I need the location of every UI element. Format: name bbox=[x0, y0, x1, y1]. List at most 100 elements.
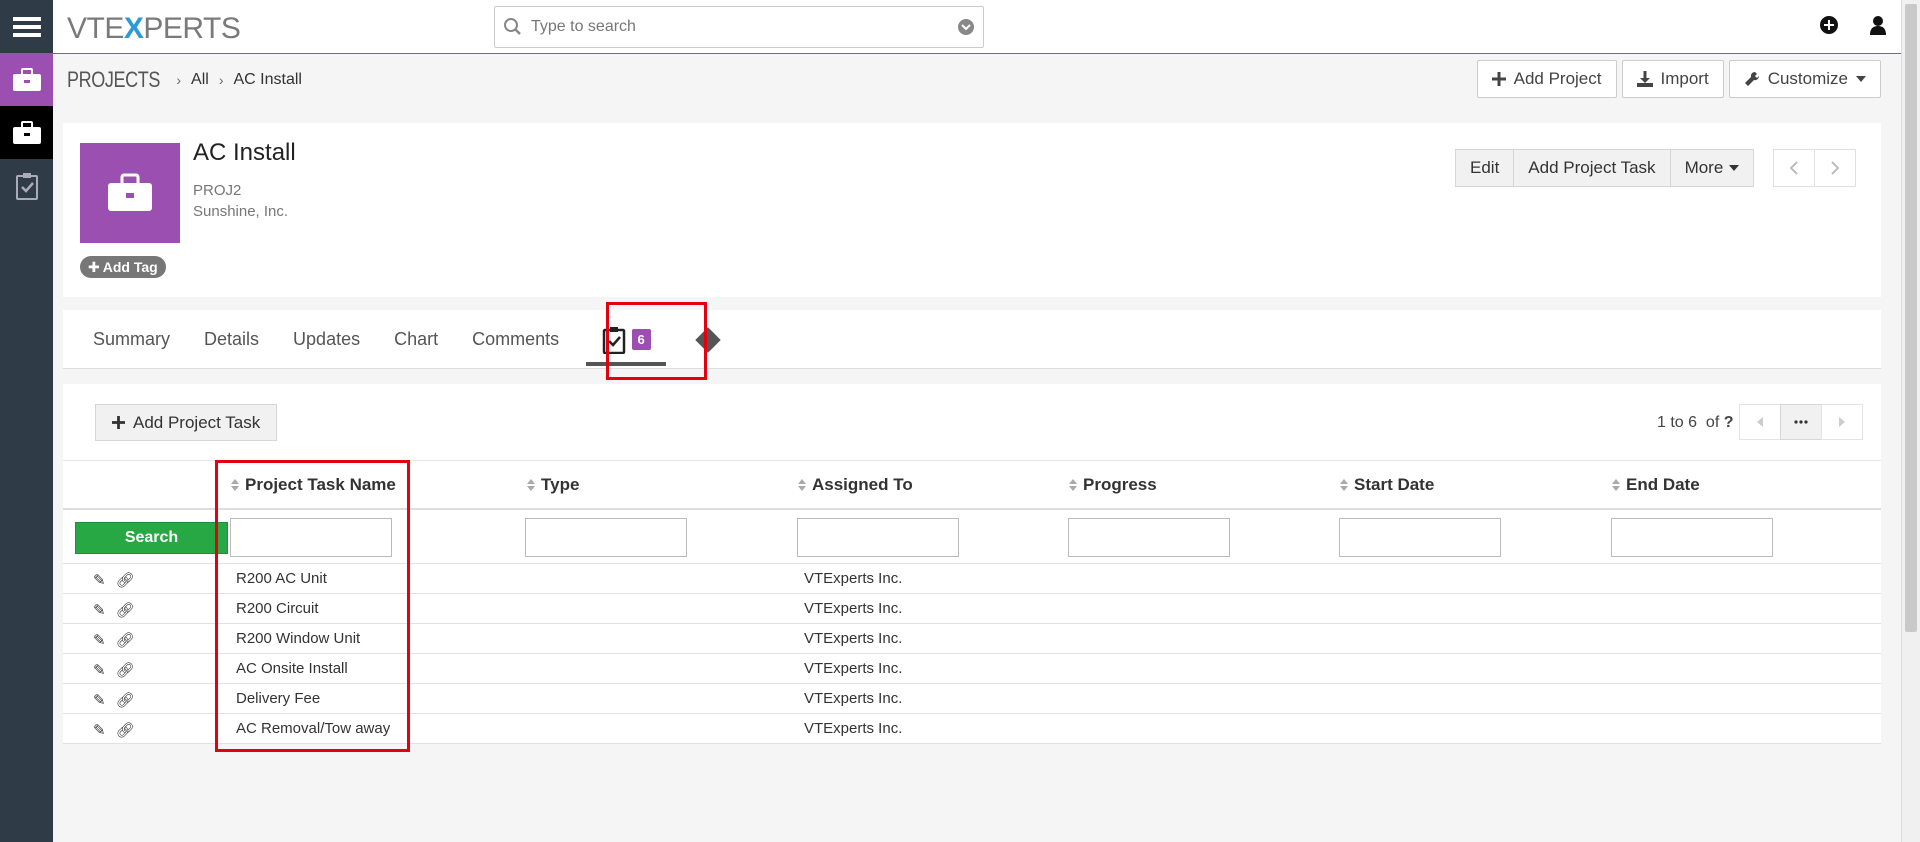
task-name-cell[interactable]: R200 Circuit bbox=[236, 600, 319, 617]
table-row[interactable]: ✎ 🔗︎ AC Onsite Install VTExperts Inc. bbox=[63, 654, 1881, 684]
table-row[interactable]: ✎ 🔗︎ AC Removal/Tow away VTExperts Inc. bbox=[63, 714, 1881, 744]
tab-updates[interactable]: Updates bbox=[276, 310, 377, 369]
filter-input-type[interactable] bbox=[525, 518, 687, 557]
edit-button[interactable]: Edit bbox=[1455, 149, 1515, 187]
assigned-to-cell: VTExperts Inc. bbox=[804, 660, 903, 677]
table-row[interactable]: ✎ 🔗︎ Delivery Fee VTExperts Inc. bbox=[63, 684, 1881, 714]
task-name-cell[interactable]: AC Removal/Tow away bbox=[236, 720, 390, 737]
add-project-button[interactable]: Add Project bbox=[1476, 60, 1617, 98]
task-name-cell[interactable]: R200 Window Unit bbox=[236, 630, 360, 647]
record-account[interactable]: Sunshine, Inc. bbox=[193, 201, 288, 222]
edit-pencil-icon[interactable]: ✎ bbox=[93, 721, 106, 739]
column-header-progress[interactable]: Progress bbox=[1069, 475, 1157, 495]
column-header-end-date[interactable]: End Date bbox=[1612, 475, 1700, 495]
record-avatar bbox=[80, 143, 180, 243]
logo-text-right: PERTS bbox=[143, 12, 241, 45]
sort-icon bbox=[798, 479, 806, 491]
caret-right-icon bbox=[1839, 417, 1845, 427]
filter-input-start-date[interactable] bbox=[1339, 518, 1501, 557]
filter-input-assigned-to[interactable] bbox=[797, 518, 959, 557]
table-row[interactable]: ✎ 🔗︎ R200 Window Unit VTExperts Inc. bbox=[63, 624, 1881, 654]
edit-pencil-icon[interactable]: ✎ bbox=[93, 571, 106, 589]
edit-pencil-icon[interactable]: ✎ bbox=[93, 601, 106, 619]
page-jump-button[interactable] bbox=[1780, 404, 1822, 440]
task-name-cell[interactable]: Delivery Fee bbox=[236, 690, 320, 707]
table-row[interactable]: ✎ 🔗︎ R200 AC Unit VTExperts Inc. bbox=[63, 564, 1881, 594]
column-header-name[interactable]: Project Task Name bbox=[231, 475, 396, 495]
menu-icon[interactable] bbox=[0, 0, 53, 53]
tab-comments[interactable]: Comments bbox=[455, 310, 576, 369]
global-search bbox=[494, 6, 984, 48]
column-label: Progress bbox=[1083, 475, 1157, 494]
breadcrumb-filter[interactable]: All bbox=[191, 71, 209, 89]
tab-chart[interactable]: Chart bbox=[377, 310, 455, 369]
download-icon bbox=[1636, 71, 1653, 87]
assigned-to-cell: VTExperts Inc. bbox=[804, 720, 903, 737]
column-header-assigned-to[interactable]: Assigned To bbox=[798, 475, 913, 495]
unlink-icon[interactable]: 🔗︎ bbox=[116, 661, 135, 679]
tab-project-tasks[interactable]: 6 bbox=[576, 310, 676, 369]
more-button[interactable]: More bbox=[1669, 149, 1755, 187]
add-tag-button[interactable]: ✚ Add Tag bbox=[80, 256, 166, 278]
plus-icon bbox=[1491, 72, 1506, 86]
global-search-input[interactable] bbox=[525, 18, 949, 36]
rail-projects-module[interactable] bbox=[0, 53, 53, 106]
scrollbar-thumb[interactable] bbox=[1905, 4, 1917, 632]
tab-milestones[interactable] bbox=[676, 310, 740, 369]
column-label: Type bbox=[541, 475, 580, 494]
breadcrumb-module[interactable]: PROJECTS bbox=[67, 67, 160, 93]
chevron-down-circle-icon[interactable] bbox=[949, 17, 983, 37]
unlink-icon[interactable]: 🔗︎ bbox=[116, 601, 135, 619]
user-icon[interactable] bbox=[1869, 15, 1887, 35]
record-tabs: Summary Details Updates Chart Comments 6 bbox=[63, 310, 1881, 369]
plus-circle-icon: ✚ bbox=[88, 258, 100, 275]
table-row[interactable]: ✎ 🔗︎ R200 Circuit VTExperts Inc. bbox=[63, 594, 1881, 624]
customize-button[interactable]: Customize bbox=[1728, 60, 1881, 98]
rail-project-tasks[interactable] bbox=[0, 159, 53, 212]
sort-icon bbox=[1069, 479, 1077, 491]
edit-pencil-icon[interactable]: ✎ bbox=[93, 631, 106, 649]
add-project-task-button[interactable]: Add Project Task bbox=[1513, 149, 1671, 187]
filter-input-end-date[interactable] bbox=[1611, 518, 1773, 557]
chevron-right-icon: › bbox=[176, 72, 182, 88]
add-project-label: Add Project bbox=[1513, 69, 1602, 88]
previous-record-button[interactable] bbox=[1773, 149, 1815, 187]
breadcrumb: PROJECTS › All › AC Install bbox=[67, 67, 302, 93]
import-button[interactable]: Import bbox=[1621, 60, 1724, 98]
column-header-start-date[interactable]: Start Date bbox=[1340, 475, 1434, 495]
column-label: Assigned To bbox=[812, 475, 913, 494]
briefcase-icon bbox=[12, 67, 41, 91]
tab-details[interactable]: Details bbox=[187, 310, 276, 369]
list-search-button[interactable]: Search bbox=[75, 522, 228, 554]
vtexperts-logo[interactable]: VTE X PERTS bbox=[67, 12, 241, 46]
briefcase-icon bbox=[12, 120, 41, 144]
edit-pencil-icon[interactable]: ✎ bbox=[93, 661, 106, 679]
list-next-page-button[interactable] bbox=[1821, 404, 1863, 440]
filter-input-progress[interactable] bbox=[1068, 518, 1230, 557]
column-label: Start Date bbox=[1354, 475, 1435, 494]
record-header-card: AC Install PROJ2 Sunshine, Inc. ✚ Add Ta… bbox=[63, 123, 1881, 297]
next-record-button[interactable] bbox=[1814, 149, 1856, 187]
unlink-icon[interactable]: 🔗︎ bbox=[116, 631, 135, 649]
add-project-task-list-button[interactable]: Add Project Task bbox=[95, 404, 278, 441]
unlink-icon[interactable]: 🔗︎ bbox=[116, 691, 135, 709]
task-name-cell[interactable]: R200 AC Unit bbox=[236, 570, 327, 587]
rail-projects-active[interactable] bbox=[0, 106, 53, 159]
tab-summary[interactable]: Summary bbox=[63, 310, 187, 369]
caret-left-icon bbox=[1757, 417, 1763, 427]
column-label: End Date bbox=[1626, 475, 1700, 494]
count-total[interactable]: ? bbox=[1724, 414, 1734, 431]
unlink-icon[interactable]: 🔗︎ bbox=[116, 571, 135, 589]
column-header-type[interactable]: Type bbox=[527, 475, 579, 495]
task-name-cell[interactable]: AC Onsite Install bbox=[236, 660, 348, 677]
edit-pencil-icon[interactable]: ✎ bbox=[93, 691, 106, 709]
list-previous-page-button[interactable] bbox=[1739, 404, 1781, 440]
page-scrollbar[interactable] bbox=[1901, 0, 1920, 842]
plus-circle-icon[interactable] bbox=[1819, 15, 1839, 35]
sort-icon bbox=[1340, 479, 1348, 491]
search-filter-row: Search bbox=[63, 510, 1881, 564]
unlink-icon[interactable]: 🔗︎ bbox=[116, 721, 135, 739]
logo-text-x: X bbox=[123, 12, 144, 45]
filter-input-name[interactable] bbox=[230, 518, 392, 557]
caret-down-icon bbox=[1729, 165, 1740, 171]
